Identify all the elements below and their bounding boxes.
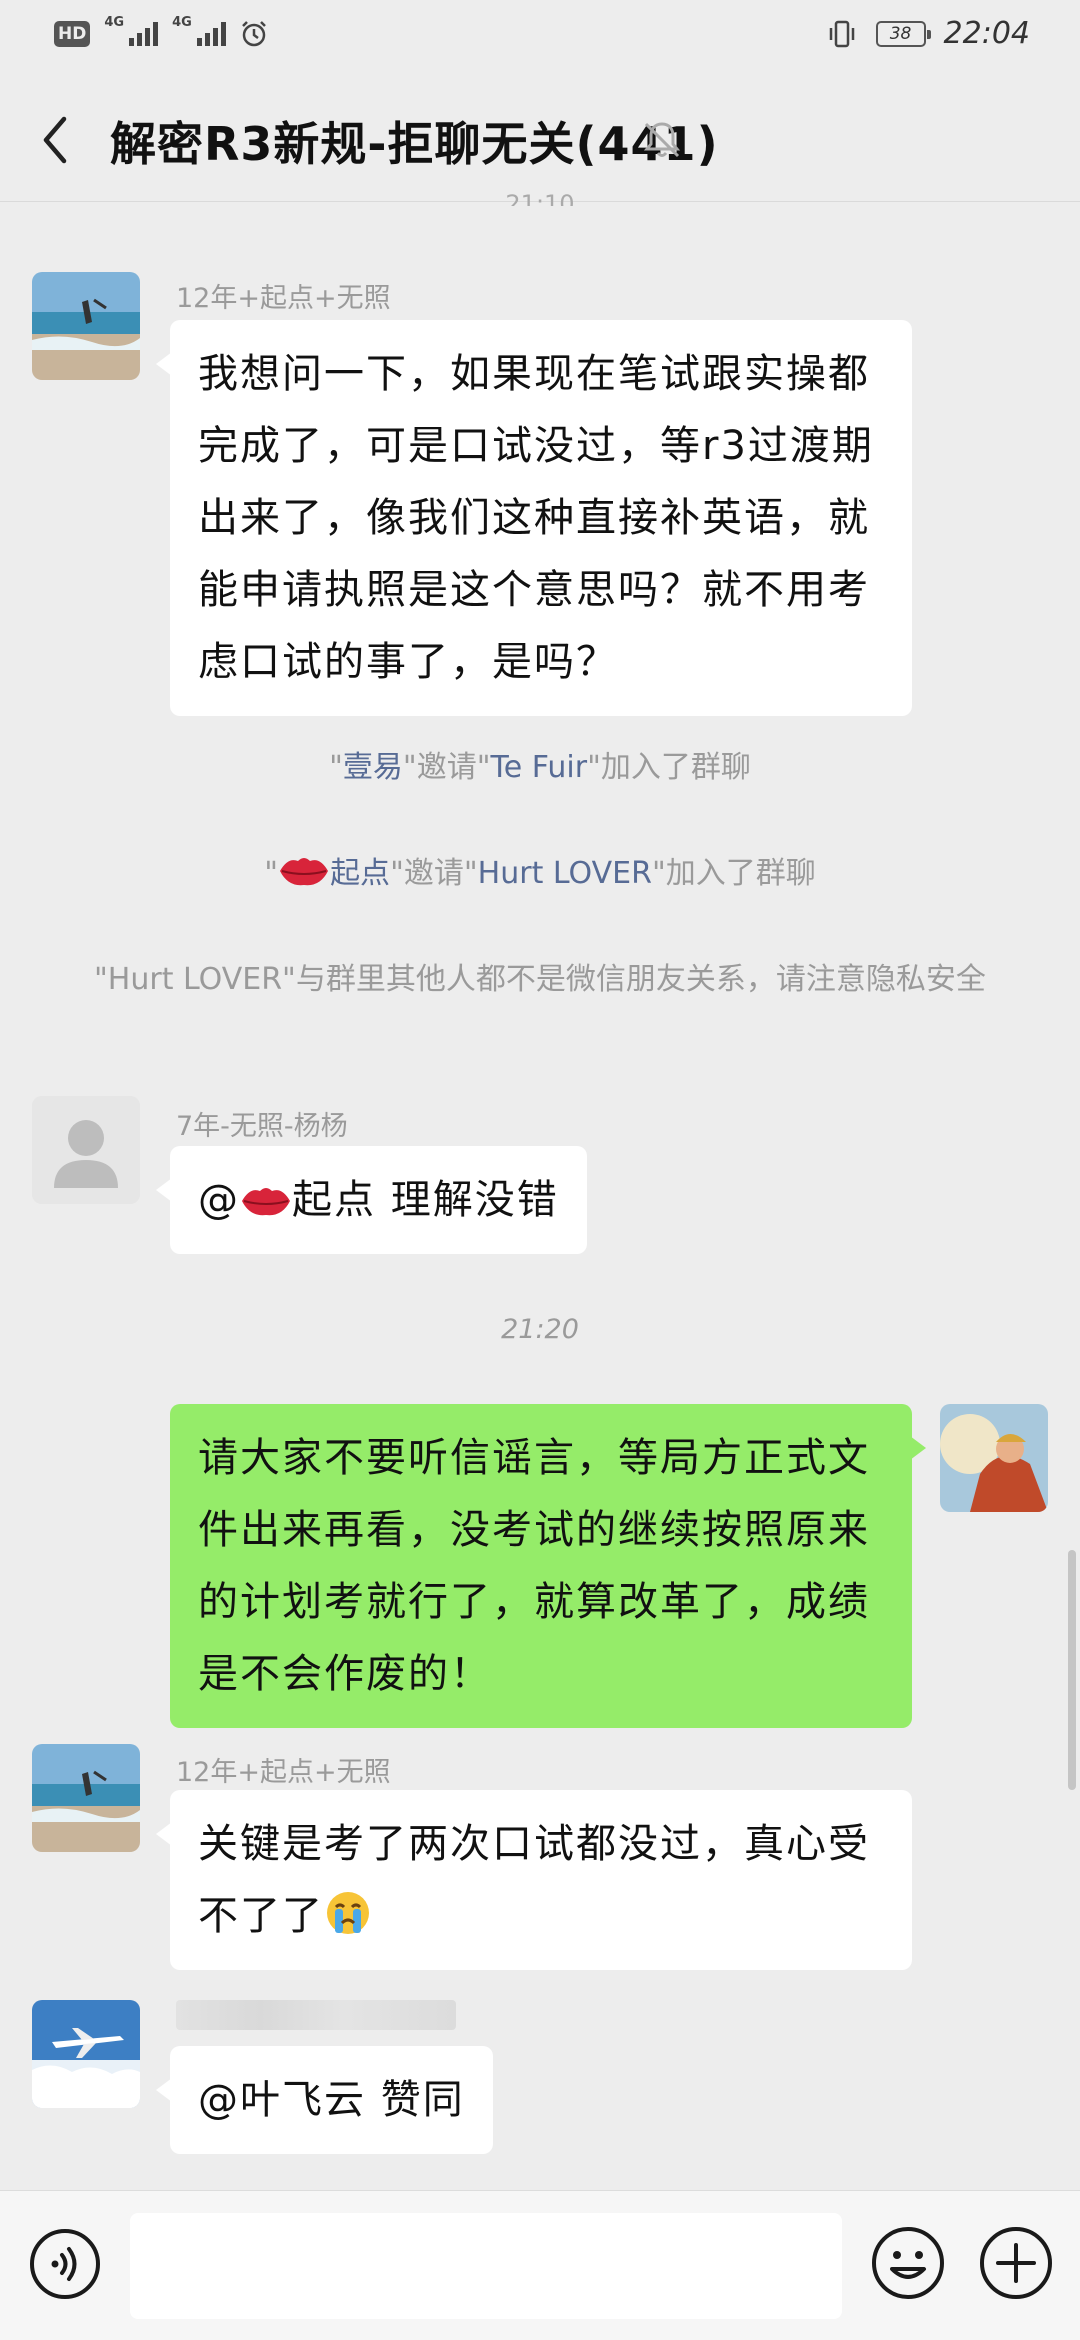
status-left: HD 4G 4G <box>54 15 268 48</box>
signal-icon: 4G <box>104 15 159 46</box>
sender-name-blurred <box>176 2000 456 2030</box>
chat-header: 解密R3新规-拒聊无关(441) <box>0 72 1080 202</box>
emoji-button[interactable] <box>870 2225 946 2301</box>
system-invite: " 起点"邀请"Hurt LOVER"加入了群聊 <box>0 848 1080 892</box>
alarm-icon <box>241 21 266 47</box>
timestamp-top: 21:10 <box>505 190 575 206</box>
system-privacy-notice: "Hurt LOVER"与群里其他人都不是微信朋友关系，请注意隐私安全 <box>94 962 986 997</box>
message-bubble[interactable]: 关键是考了两次口试都没过，真心受不了了 <box>156 1790 912 1970</box>
signal-icon-2: 4G <box>172 15 226 46</box>
invite-name[interactable]: 起点 <box>330 856 390 891</box>
crying-emoji-icon <box>327 1892 369 1934</box>
message-bubble[interactable]: @ 起点 理解没错 <box>156 1146 587 1254</box>
message-bubble[interactable]: 我想问一下，如果现在笔试跟实操都完成了，可是口试没过，等r3过渡期出来了，像我们… <box>156 320 912 716</box>
kiss-lips-icon <box>280 858 329 886</box>
my-avatar[interactable] <box>940 1404 1048 1512</box>
battery-icon: 38 <box>875 20 931 47</box>
kiss-lips-icon <box>242 1188 290 1216</box>
scrollbar[interactable] <box>1068 1550 1076 1790</box>
system-invite: "壹易"邀请"Te Fuir"加入了群聊 <box>329 750 751 785</box>
invite-name[interactable]: Te Fuir <box>491 750 588 785</box>
chat-title[interactable]: 解密R3新规-拒聊无关(441) <box>110 108 719 174</box>
invite-name[interactable]: 壹易 <box>343 750 403 785</box>
avatar[interactable] <box>32 272 140 380</box>
message-input[interactable] <box>130 2213 842 2319</box>
timestamp-label: 21:20 <box>501 1314 579 1345</box>
voice-button[interactable] <box>28 2227 102 2301</box>
input-bar <box>0 2190 1080 2340</box>
back-button[interactable] <box>30 108 80 172</box>
clock: 22:04 <box>943 16 1030 51</box>
chevron-left-icon <box>43 116 67 164</box>
avatar[interactable] <box>32 2000 140 2108</box>
status-bar: HD 4G 4G 38 22:04 <box>0 0 1080 72</box>
invite-name[interactable]: Hurt LOVER <box>478 856 652 891</box>
message-bubble[interactable]: @叶飞云 赞同 <box>156 2046 493 2154</box>
vibrate-icon <box>829 20 854 47</box>
sender-name: 12年+起点+无照 <box>176 1757 391 1788</box>
avatar[interactable] <box>32 1096 140 1204</box>
avatar[interactable] <box>32 1744 140 1852</box>
sender-name: 12年+起点+无照 <box>176 283 391 314</box>
status-right: 38 22:04 <box>826 16 1030 51</box>
my-message-bubble[interactable]: 请大家不要听信谣言，等局方正式文件出来再看，没考试的继续按照原来的计划考就行了，… <box>170 1404 926 1728</box>
sender-name: 7年-无照-杨杨 <box>176 1111 348 1142</box>
hd-badge: HD <box>54 21 91 47</box>
mute-bell-icon <box>643 122 681 158</box>
plus-button[interactable] <box>978 2225 1054 2301</box>
